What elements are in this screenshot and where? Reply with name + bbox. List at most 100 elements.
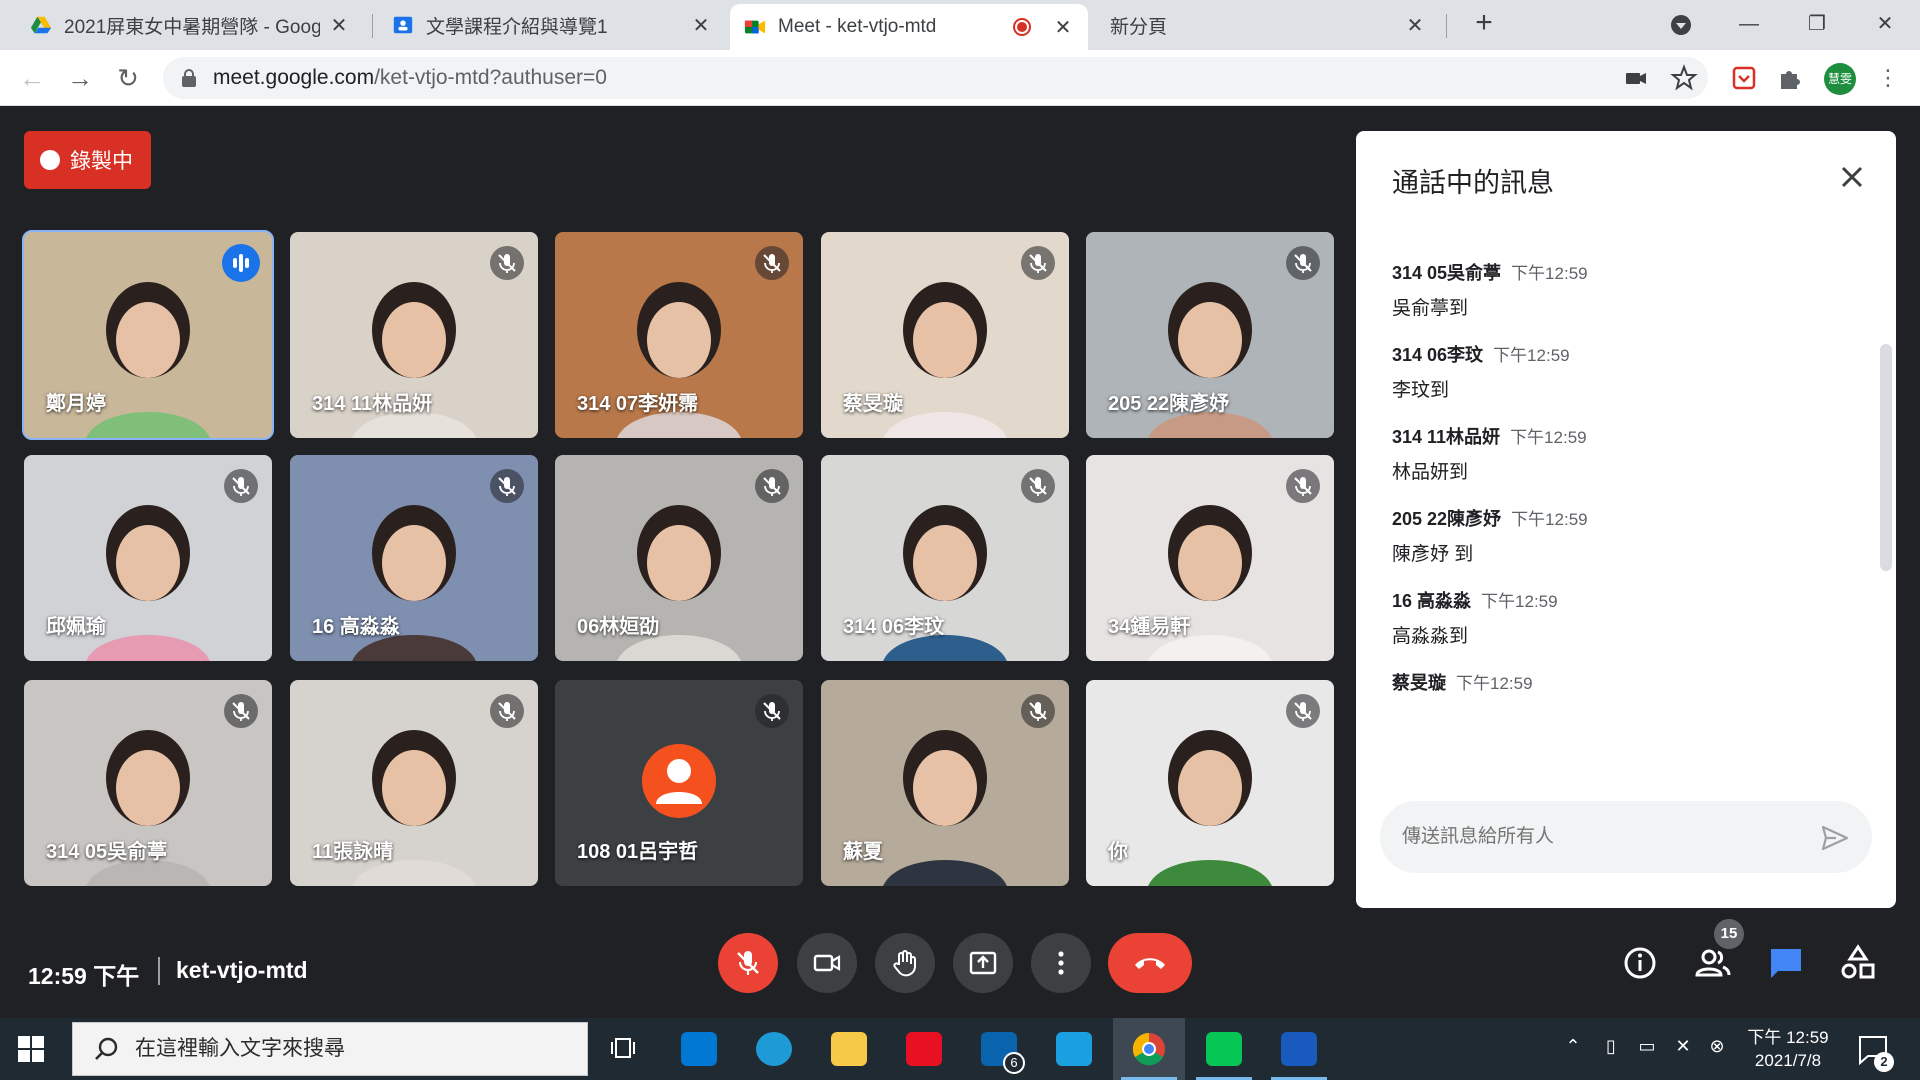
taskbar-time: 下午 12:59 [1747,1028,1829,1047]
tab-divider [1446,14,1447,38]
raise-hand-button[interactable] [875,933,935,993]
info-icon[interactable] [1620,943,1660,983]
participant-tile[interactable]: 314 06李玟 [821,455,1069,661]
people-icon[interactable] [1693,943,1733,983]
mic-muted-icon [1021,469,1055,503]
chat-message-header: 蔡旻璇 下午12:59 [1392,669,1832,695]
participant-tile[interactable]: 314 07李妍霈 [555,232,803,438]
edge-icon [756,1032,792,1066]
menu-dots-icon[interactable]: ⋮ [1870,60,1906,96]
reload-icon[interactable]: ↻ [110,60,146,96]
windows-start-icon[interactable] [16,1034,46,1064]
participant-tile[interactable]: 34鍾易軒 [1086,455,1334,661]
participant-name: 邱姵瑜 [46,616,106,638]
participant-tile[interactable]: 314 05吳俞葶 [24,680,272,886]
participant-tile[interactable]: 108 01呂宇哲 [555,680,803,886]
chat-message-text: 陳彥妤 到 [1392,544,1474,565]
address-bar[interactable]: meet.google.com/ket-vtjo-mtd?authuser=0 [163,57,1708,99]
taskbar-mail[interactable]: 6 [963,1018,1035,1080]
microphone-toggle-button[interactable] [718,933,778,993]
network-disconnected-icon[interactable]: ⊗ [1704,1036,1730,1062]
taskbar-gift-app[interactable] [888,1018,960,1080]
participant-name: 314 05吳俞葶 [46,841,168,863]
taskbar-word[interactable] [1263,1018,1335,1080]
mic-muted-icon [1286,694,1320,728]
close-window-icon[interactable]: ✕ [1860,6,1910,42]
minimize-icon[interactable]: — [1724,6,1774,42]
taskbar-store[interactable] [663,1018,735,1080]
volume-muted-icon[interactable]: ✕ [1670,1036,1696,1062]
tab-search-icon[interactable] [1670,14,1692,36]
chat-sender: 16 高淼淼 [1392,591,1472,611]
send-icon[interactable] [1820,823,1850,853]
activities-icon[interactable] [1838,943,1878,983]
camera-in-use-icon[interactable] [1622,64,1650,92]
chat-timestamp: 下午12:59 [1481,592,1558,611]
participant-tile[interactable]: 邱姵瑜 [24,455,272,661]
camera-toggle-button[interactable] [797,933,857,993]
participant-tile[interactable]: 314 11林品妍 [290,232,538,438]
close-tab-icon[interactable]: ✕ [1052,15,1074,40]
forward-arrow-icon[interactable]: → [62,60,98,96]
close-tab-icon[interactable]: ✕ [690,13,712,38]
bookmark-star-icon[interactable] [1670,64,1698,92]
close-icon[interactable] [1838,163,1866,191]
leave-call-button[interactable] [1108,933,1192,993]
record-dot-icon [40,150,60,170]
divider [158,957,160,985]
taskbar-date: 2021/7/8 [1754,1051,1822,1070]
battery-icon[interactable]: ▭ [1634,1036,1660,1062]
tab-classroom[interactable]: 文學課程介紹與導覽1 ✕ [378,0,726,50]
chat-message: 205 22陳彥妤 下午12:59 陳彥妤 到 [1392,505,1832,566]
speaking-indicator-icon [222,244,260,282]
present-screen-button[interactable] [953,933,1013,993]
taskbar-search[interactable] [72,1022,588,1076]
meeting-clock: 12:59 下午 [28,963,140,989]
chat-icon[interactable] [1766,943,1806,983]
puzzle-icon[interactable] [1776,64,1804,92]
participant-name: 鄭月婷 [46,393,106,415]
back-arrow-icon[interactable]: ← [14,60,50,96]
more-options-button[interactable] [1031,933,1091,993]
chat-timestamp: 下午12:59 [1456,674,1533,693]
taskbar-chrome[interactable] [1113,1018,1185,1080]
participant-tile[interactable]: 16 高淼淼 [290,455,538,661]
new-tab-button[interactable]: + [1467,8,1501,42]
restore-icon[interactable]: ❐ [1792,6,1842,42]
search-icon [95,1037,118,1060]
chat-sender: 205 22陳彥妤 [1392,509,1502,529]
participant-tile[interactable]: 你 [1086,680,1334,886]
mic-muted-icon [1286,469,1320,503]
tab-new[interactable]: 新分頁 ✕ [1092,0,1440,50]
close-tab-icon[interactable]: ✕ [328,13,350,38]
mic-muted-icon [224,694,258,728]
close-tab-icon[interactable]: ✕ [1404,13,1426,38]
device-icon[interactable]: ▯ [1598,1036,1624,1062]
taskbar-edge[interactable] [738,1018,810,1080]
participant-tile[interactable]: 蘇夏 [821,680,1069,886]
k-app-icon [1056,1032,1092,1066]
participant-tile[interactable]: 11張詠晴 [290,680,538,886]
participant-tile[interactable]: 06林姮劭 [555,455,803,661]
chat-message-header: 314 11林品妍 下午12:59 [1392,423,1832,449]
chevron-up-icon[interactable]: ⌃ [1560,1036,1586,1062]
taskbar-search-input[interactable] [135,1037,555,1061]
chat-message-input[interactable] [1402,801,1802,873]
taskbar-line[interactable] [1188,1018,1260,1080]
taskbar-file-explorer[interactable] [813,1018,885,1080]
extension-icon[interactable] [1730,64,1758,92]
chat-scrollbar[interactable] [1880,344,1892,571]
tab-meet[interactable]: Meet - ket-vtjo-mtd ✕ [730,4,1088,50]
participant-tile[interactable]: 205 22陳彥妤 [1086,232,1334,438]
participant-tile[interactable]: 鄭月婷 [22,230,274,440]
taskbar-kuaiyun-app[interactable] [1038,1018,1110,1080]
taskbar-clock[interactable]: 下午 12:59 2021/7/8 [1740,1026,1836,1072]
task-view-button[interactable] [588,1018,660,1080]
chat-message-text: 林品妍到 [1392,462,1469,483]
gift-icon [906,1032,942,1066]
profile-avatar[interactable]: 慧雯 [1824,63,1856,95]
url-path: /ket-vtjo-mtd?authuser=0 [374,66,607,89]
recording-badge[interactable]: 錄製中 [24,131,151,189]
participant-tile[interactable]: 蔡旻璇 [821,232,1069,438]
tab-drive[interactable]: 2021屏東女中暑期營隊 - Google ✕ [16,0,364,50]
